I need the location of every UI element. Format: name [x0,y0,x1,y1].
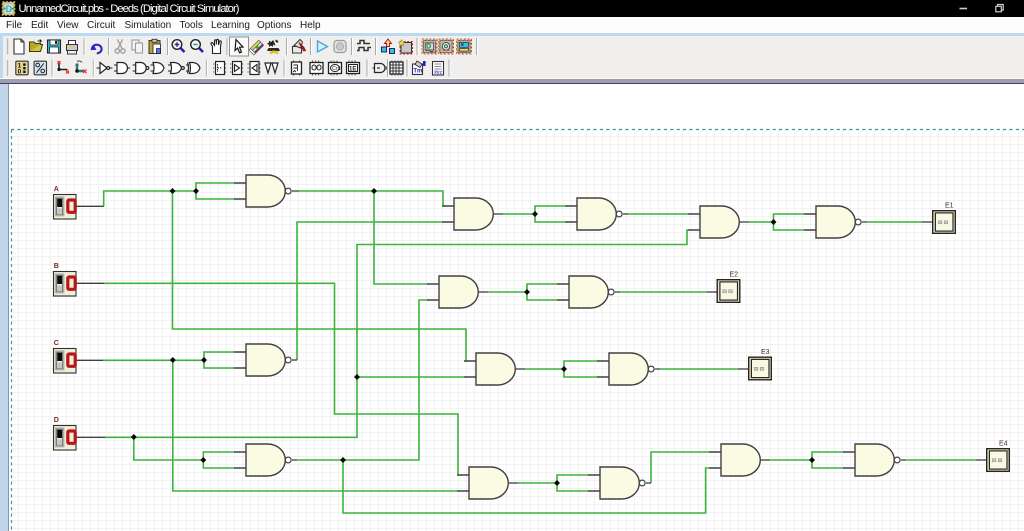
svg-text:E3: E3 [761,349,770,356]
svg-text:E1: E1 [945,203,954,210]
svg-text:D: D [54,417,59,424]
svg-text:E4: E4 [999,441,1008,448]
svg-text:A: A [54,186,59,193]
svg-text:E2: E2 [730,272,739,279]
svg-text:B: B [54,263,59,270]
svg-text:C: C [54,340,59,347]
